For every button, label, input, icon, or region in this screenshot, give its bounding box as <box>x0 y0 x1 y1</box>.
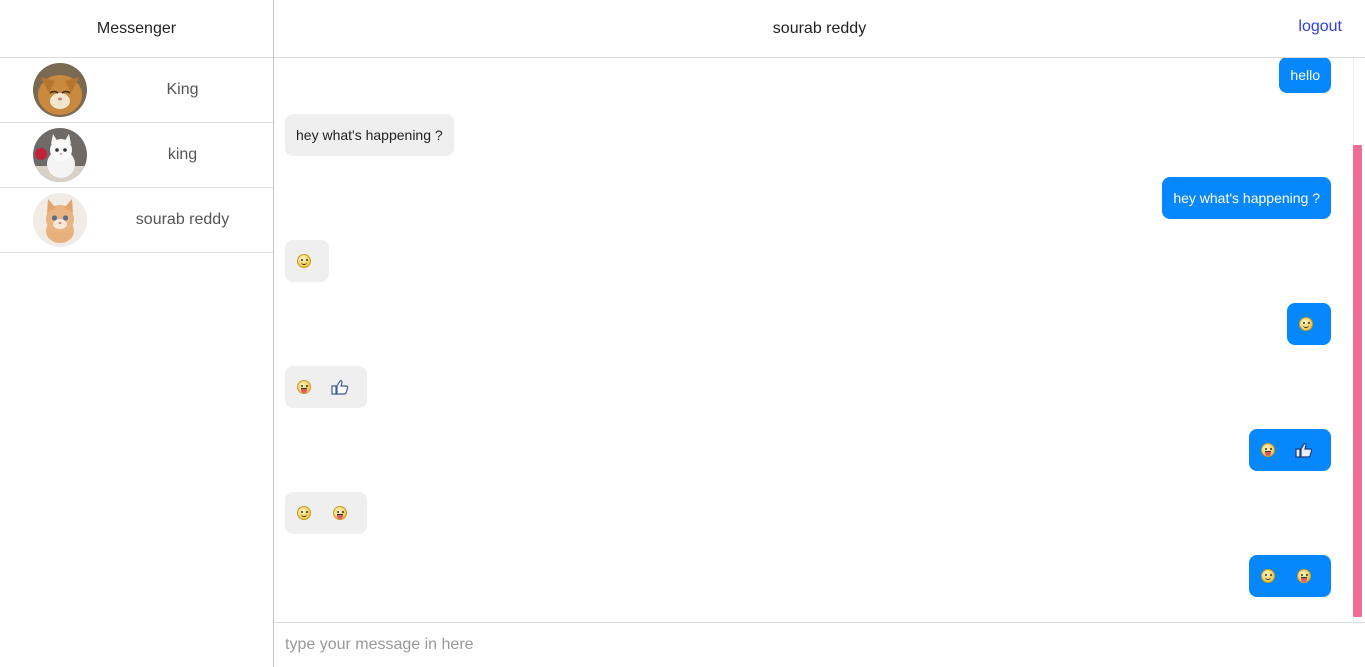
message-bubble-incoming <box>285 240 329 282</box>
message-bubble-outgoing <box>1249 429 1331 471</box>
message-bubble-outgoing <box>1287 303 1331 345</box>
smile-emoji-icon <box>1261 569 1275 583</box>
contact-name: sourab reddy <box>135 211 230 228</box>
message-bubble-incoming <box>285 492 367 534</box>
avatar <box>33 63 87 117</box>
smile-emoji-icon <box>297 506 311 520</box>
contact-item-sourab-reddy[interactable]: sourab reddy <box>0 188 273 253</box>
thumbs-up-icon <box>331 379 349 395</box>
message-bubble-outgoing <box>1249 555 1331 597</box>
smile-emoji-icon <box>297 254 311 268</box>
contact-name: King <box>166 81 199 98</box>
message-text: hey what's happening ? <box>296 127 443 143</box>
tongue-emoji-icon <box>297 380 311 394</box>
thumbs-up-icon <box>1295 442 1313 458</box>
contact-name: king <box>167 146 198 163</box>
contact-item-king-lowercase[interactable]: king <box>0 123 273 188</box>
avatar <box>33 193 87 247</box>
message-composer <box>274 622 1365 667</box>
chat-header: sourab reddy logout <box>274 0 1365 58</box>
message-bubble-outgoing: hello <box>1279 58 1331 93</box>
message-bubble-incoming: hey what's happening ? <box>285 114 454 156</box>
sidebar: Messenger King king sourab reddy <box>0 0 274 667</box>
message-text: hey what's happening ? <box>1173 190 1320 206</box>
chat-title: sourab reddy <box>772 19 867 37</box>
message-bubble-outgoing: hey what's happening ? <box>1162 177 1331 219</box>
scrollbar-thumb[interactable] <box>1353 145 1362 617</box>
avatar <box>33 128 87 182</box>
sidebar-title: Messenger <box>0 0 273 58</box>
message-text: hello <box>1290 67 1320 83</box>
smile-emoji-icon <box>1299 317 1313 331</box>
message-input[interactable] <box>274 623 1365 667</box>
chat-panel: sourab reddy logout hello hey what's hap… <box>274 0 1365 667</box>
tongue-emoji-icon <box>1297 569 1311 583</box>
tongue-emoji-icon <box>1261 443 1275 457</box>
contact-item-king[interactable]: King <box>0 58 273 123</box>
message-bubble-incoming <box>285 366 367 408</box>
message-list[interactable]: hello hey what's happening ? hey what's … <box>274 58 1365 622</box>
tongue-emoji-icon <box>333 506 347 520</box>
logout-link[interactable]: logout <box>1298 18 1342 36</box>
